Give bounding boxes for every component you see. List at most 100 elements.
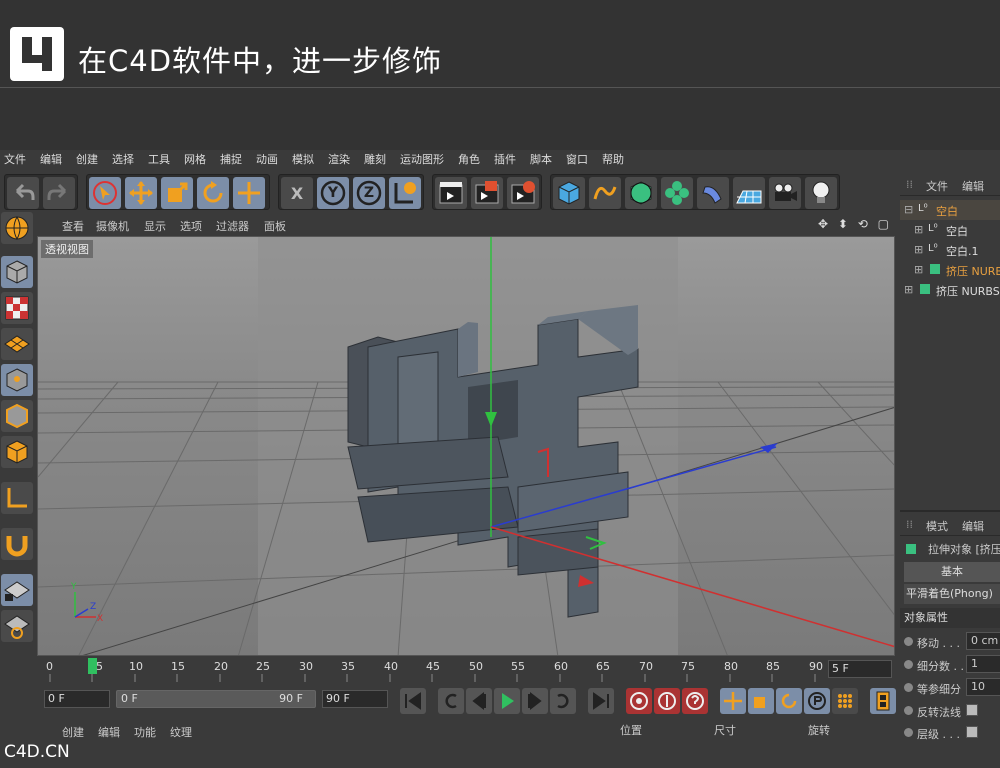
go-to-start-button[interactable] (400, 688, 426, 714)
menu-edit[interactable]: 编辑 (40, 151, 62, 167)
object-row-null-selected[interactable]: ⊟ L⁰ 空白 (900, 200, 1000, 220)
object-menu-edit[interactable]: 编辑 (962, 178, 984, 194)
key-position-button[interactable] (720, 688, 746, 714)
viewport-menu-display[interactable]: 显示 (144, 218, 166, 234)
start-frame-field[interactable]: 0 F (44, 690, 110, 708)
keyframe-selection-button[interactable] (682, 688, 708, 714)
scale-button[interactable] (161, 177, 193, 209)
isoparm-field[interactable]: 10 (966, 678, 1000, 696)
menu-mesh[interactable]: 网格 (184, 151, 206, 167)
timeline-ruler[interactable]: 0 5 10 15 20 25 30 35 40 45 50 55 60 65 … (36, 656, 896, 686)
subdivision-button[interactable] (625, 177, 657, 209)
go-to-end-button[interactable] (588, 688, 614, 714)
viewport-nav-icons[interactable]: ✥ ⬍ ⟲ ▢ (818, 217, 892, 231)
edges-mode-button[interactable] (1, 400, 33, 432)
animate-dot-icon[interactable] (904, 683, 913, 692)
tab-phong[interactable]: 平滑着色(Phong) (904, 584, 1000, 604)
spline-pen-button[interactable] (589, 177, 621, 209)
cloner-button[interactable] (661, 177, 693, 209)
floor-button[interactable] (733, 177, 765, 209)
recent-tool-button[interactable] (233, 177, 265, 209)
viewport-menu-panel[interactable]: 面板 (264, 218, 286, 234)
menu-snap[interactable]: 捕捉 (220, 151, 242, 167)
grid-rotate-button[interactable] (1, 610, 33, 642)
cube-button[interactable] (553, 177, 585, 209)
menu-render[interactable]: 渲染 (328, 151, 350, 167)
object-row-null[interactable]: ⊞ L⁰ 空白 (900, 220, 1000, 240)
render-picture-viewer-button[interactable] (471, 177, 503, 209)
attr-menu-edit[interactable]: 编辑 (962, 518, 984, 534)
texture-mode-button[interactable] (1, 292, 33, 324)
viewport-menu-filter[interactable]: 过滤器 (216, 218, 249, 234)
y-axis-lock-button[interactable]: Y (317, 177, 349, 209)
light-button[interactable] (805, 177, 837, 209)
movement-field[interactable]: 0 cm (966, 632, 1000, 650)
flip-normals-checkbox[interactable] (966, 704, 978, 716)
camera-button[interactable] (769, 177, 801, 209)
material-menu-edit[interactable]: 编辑 (98, 724, 120, 740)
menu-plugins[interactable]: 插件 (494, 151, 516, 167)
object-row-extrude-selected[interactable]: ⊞ 挤压 NURB (900, 260, 1000, 280)
menu-simulate[interactable]: 模拟 (292, 151, 314, 167)
expand-toggle-icon[interactable]: ⊞ (914, 263, 923, 276)
play-button[interactable] (494, 688, 520, 714)
hierarchical-checkbox[interactable] (966, 726, 978, 738)
z-axis-lock-button[interactable]: Z (353, 177, 385, 209)
live-select-button[interactable] (89, 177, 121, 209)
tab-basic[interactable]: 基本 (904, 562, 1000, 582)
object-row-extrude[interactable]: ⊞ 挤压 NURBS (900, 280, 1000, 300)
menu-script[interactable]: 脚本 (530, 151, 552, 167)
animate-dot-icon[interactable] (904, 706, 913, 715)
record-keys-button[interactable] (626, 688, 652, 714)
menu-select[interactable]: 选择 (112, 151, 134, 167)
key-parameter-button[interactable] (804, 688, 830, 714)
prev-key-button[interactable] (438, 688, 464, 714)
prev-frame-button[interactable] (466, 688, 492, 714)
workplane-lock-button[interactable] (1, 574, 33, 606)
end-frame-field[interactable]: 90 F (322, 690, 388, 708)
frame-range-slider[interactable]: 0 F 90 F (116, 690, 316, 708)
animate-dot-icon[interactable] (904, 728, 913, 737)
menu-help[interactable]: 帮助 (602, 151, 624, 167)
render-view-button[interactable] (435, 177, 467, 209)
perspective-viewport[interactable]: Y X Z 透视视图 (37, 236, 895, 656)
menu-tools[interactable]: 工具 (148, 151, 170, 167)
coordinate-system-button[interactable] (389, 177, 421, 209)
polygons-mode-button[interactable] (1, 436, 33, 468)
expand-toggle-icon[interactable]: ⊞ (914, 243, 923, 256)
auto-key-button[interactable] (654, 688, 680, 714)
viewport-menu-options[interactable]: 选项 (180, 218, 202, 234)
menu-window[interactable]: 窗口 (566, 151, 588, 167)
key-rotation-button[interactable] (776, 688, 802, 714)
menu-mograph[interactable]: 运动图形 (400, 151, 444, 167)
workplane-mode-button[interactable] (1, 328, 33, 360)
menu-sculpt[interactable]: 雕刻 (364, 151, 386, 167)
rotate-button[interactable] (197, 177, 229, 209)
x-axis-lock-button[interactable]: X (281, 177, 313, 209)
viewport-menu-cameras[interactable]: 摄像机 (96, 218, 129, 234)
menu-create[interactable]: 创建 (76, 151, 98, 167)
material-menu-texture[interactable]: 纹理 (170, 724, 192, 740)
timeline-button[interactable] (870, 688, 896, 714)
viewport-camera-label[interactable]: 透视视图 (41, 240, 93, 258)
expand-toggle-icon[interactable]: ⊟ (904, 203, 913, 216)
menu-animate[interactable]: 动画 (256, 151, 278, 167)
attr-menu-mode[interactable]: 模式 (926, 518, 948, 534)
menu-character[interactable]: 角色 (458, 151, 480, 167)
menu-file[interactable]: 文件 (4, 151, 26, 167)
next-frame-button[interactable] (522, 688, 548, 714)
expand-toggle-icon[interactable]: ⊞ (904, 283, 913, 296)
model-mode-button[interactable] (1, 256, 33, 288)
points-mode-button[interactable] (1, 364, 33, 396)
current-frame-field[interactable]: 5 F (828, 660, 892, 678)
next-key-button[interactable] (550, 688, 576, 714)
object-menu-file[interactable]: 文件 (926, 178, 948, 194)
animate-dot-icon[interactable] (904, 637, 913, 646)
render-settings-button[interactable] (507, 177, 539, 209)
material-menu-function[interactable]: 功能 (134, 724, 156, 740)
redo-button[interactable] (43, 177, 75, 209)
object-row-null-1[interactable]: ⊞ L⁰ 空白.1 (900, 240, 1000, 260)
material-menu-create[interactable]: 创建 (62, 724, 84, 740)
key-pla-button[interactable] (832, 688, 858, 714)
make-editable-button[interactable] (1, 212, 33, 244)
